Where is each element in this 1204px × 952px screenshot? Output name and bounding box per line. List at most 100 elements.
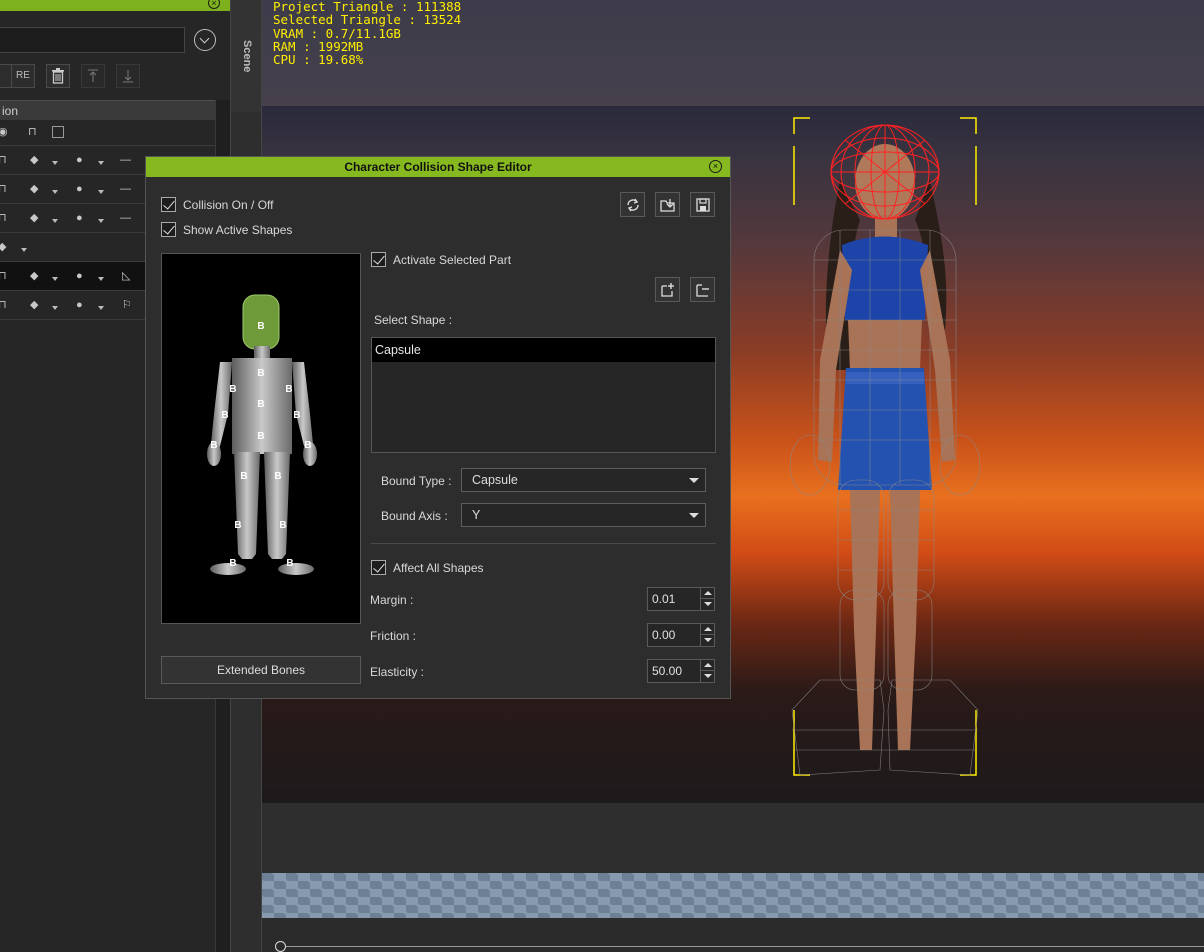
increment-icon[interactable]: [700, 588, 714, 599]
dropdown-arrow-icon[interactable]: [98, 161, 104, 165]
timeline-track[interactable]: [280, 946, 1204, 947]
eye-icon[interactable]: ◉: [0, 126, 10, 138]
lock-icon[interactable]: ⊓: [28, 126, 40, 138]
save-button[interactable]: [690, 192, 715, 217]
dropdown-arrow-icon[interactable]: [52, 161, 58, 165]
chevron-down-icon[interactable]: [194, 29, 216, 51]
mannequin-figure[interactable]: B B B B B B B B B B B B B B B B: [162, 254, 362, 625]
left-foot-part[interactable]: [210, 563, 246, 575]
bone-marker[interactable]: B: [285, 384, 292, 395]
collision-checkbox[interactable]: [161, 197, 176, 212]
dropdown-arrow-icon[interactable]: [52, 219, 58, 223]
decrement-icon[interactable]: [700, 635, 714, 646]
cpu-stat: CPU : 19.68%: [273, 52, 364, 68]
right-leg-part[interactable]: [264, 452, 290, 559]
neck-part[interactable]: [254, 346, 270, 358]
dropdown-arrow-icon[interactable]: [52, 190, 58, 194]
right-foot-part[interactable]: [278, 563, 314, 575]
sphere-icon[interactable]: ●: [76, 154, 88, 166]
sphere-icon[interactable]: ●: [76, 183, 88, 195]
dropdown-arrow-icon[interactable]: [98, 306, 104, 310]
add-shape-button[interactable]: [655, 277, 680, 302]
activate-selected-part-checkbox[interactable]: [371, 252, 386, 267]
bound-type-select[interactable]: Capsule: [461, 468, 706, 492]
scene-search-input[interactable]: [0, 27, 185, 53]
dash-icon[interactable]: —: [120, 183, 132, 195]
flag-icon[interactable]: ⚐: [122, 299, 134, 311]
bone-icon[interactable]: ◺: [122, 270, 134, 282]
bone-marker[interactable]: B: [274, 471, 281, 482]
elasticity-value[interactable]: 50.00: [652, 660, 682, 682]
bone-marker[interactable]: B: [229, 558, 236, 569]
lock-icon[interactable]: ⊓: [0, 270, 10, 282]
sphere-icon[interactable]: ●: [76, 212, 88, 224]
bone-marker[interactable]: B: [286, 558, 293, 569]
cube-icon[interactable]: ◆: [30, 154, 42, 166]
increment-icon[interactable]: [700, 624, 714, 635]
left-leg-part[interactable]: [234, 452, 260, 559]
dropdown-arrow-icon[interactable]: [98, 190, 104, 194]
list-item[interactable]: ◉ ⊓: [0, 120, 215, 146]
shape-list[interactable]: Capsule: [371, 337, 716, 453]
close-icon[interactable]: ×: [208, 0, 220, 9]
bone-marker[interactable]: B: [240, 471, 247, 482]
rename-button[interactable]: RE: [11, 64, 35, 88]
bone-marker[interactable]: B: [257, 399, 264, 410]
bone-marker[interactable]: B: [221, 410, 228, 421]
dash-icon[interactable]: —: [120, 212, 132, 224]
lock-icon[interactable]: ⊓: [0, 183, 10, 195]
close-icon[interactable]: ×: [709, 160, 722, 173]
delete-button[interactable]: [46, 64, 70, 88]
increment-icon[interactable]: [700, 660, 714, 671]
sphere-icon[interactable]: ●: [76, 270, 88, 282]
bone-marker[interactable]: B: [257, 321, 264, 332]
lock-icon[interactable]: ⊓: [0, 154, 10, 166]
dialog-title[interactable]: Character Collision Shape Editor: [146, 157, 730, 177]
friction-value[interactable]: 0.00: [652, 624, 675, 646]
dropdown-arrow-icon[interactable]: [52, 277, 58, 281]
bone-marker[interactable]: B: [229, 384, 236, 395]
body-part-selector[interactable]: B B B B B B B B B B B B B B B B: [161, 253, 361, 624]
dash-icon[interactable]: —: [120, 154, 132, 166]
elasticity-stepper[interactable]: 50.00: [647, 659, 715, 683]
cube-icon[interactable]: ◆: [0, 241, 10, 253]
move-top-button[interactable]: [81, 64, 105, 88]
show-active-shapes-checkbox[interactable]: [161, 222, 176, 237]
dropdown-arrow-icon[interactable]: [21, 248, 27, 252]
bone-marker[interactable]: B: [210, 440, 217, 451]
bone-marker[interactable]: B: [304, 440, 311, 451]
lock-icon[interactable]: ⊓: [0, 212, 10, 224]
lock-icon[interactable]: ⊓: [0, 299, 10, 311]
decrement-icon[interactable]: [700, 671, 714, 682]
bone-marker[interactable]: B: [257, 368, 264, 379]
affect-all-shapes-checkbox[interactable]: [371, 560, 386, 575]
margin-value[interactable]: 0.01: [652, 588, 675, 610]
tab-scene[interactable]: Scene: [230, 0, 262, 112]
cube-icon[interactable]: ◆: [30, 299, 42, 311]
checkbox[interactable]: [52, 126, 64, 138]
sphere-icon[interactable]: ●: [76, 299, 88, 311]
cube-icon[interactable]: ◆: [30, 270, 42, 282]
margin-stepper[interactable]: 0.01: [647, 587, 715, 611]
reset-button[interactable]: [620, 192, 645, 217]
bone-marker[interactable]: B: [257, 431, 264, 442]
load-button[interactable]: [655, 192, 680, 217]
dropdown-arrow-icon[interactable]: [52, 306, 58, 310]
remove-shape-button[interactable]: [690, 277, 715, 302]
move-bottom-button[interactable]: [116, 64, 140, 88]
bone-marker[interactable]: B: [279, 520, 286, 531]
project-triangle-stat: Project Triangle : 111388: [273, 0, 462, 14]
timeline-playhead[interactable]: [275, 941, 286, 952]
extended-bones-button[interactable]: Extended Bones: [161, 656, 361, 684]
bone-marker[interactable]: B: [293, 410, 300, 421]
decrement-icon[interactable]: [700, 599, 714, 610]
dropdown-arrow-icon[interactable]: [98, 277, 104, 281]
bound-axis-select[interactable]: Y: [461, 503, 706, 527]
cube-icon[interactable]: ◆: [30, 212, 42, 224]
friction-stepper[interactable]: 0.00: [647, 623, 715, 647]
character-model[interactable]: [780, 110, 990, 790]
bone-marker[interactable]: B: [234, 520, 241, 531]
list-item[interactable]: Capsule: [372, 338, 715, 362]
dropdown-arrow-icon[interactable]: [98, 219, 104, 223]
cube-icon[interactable]: ◆: [30, 183, 42, 195]
